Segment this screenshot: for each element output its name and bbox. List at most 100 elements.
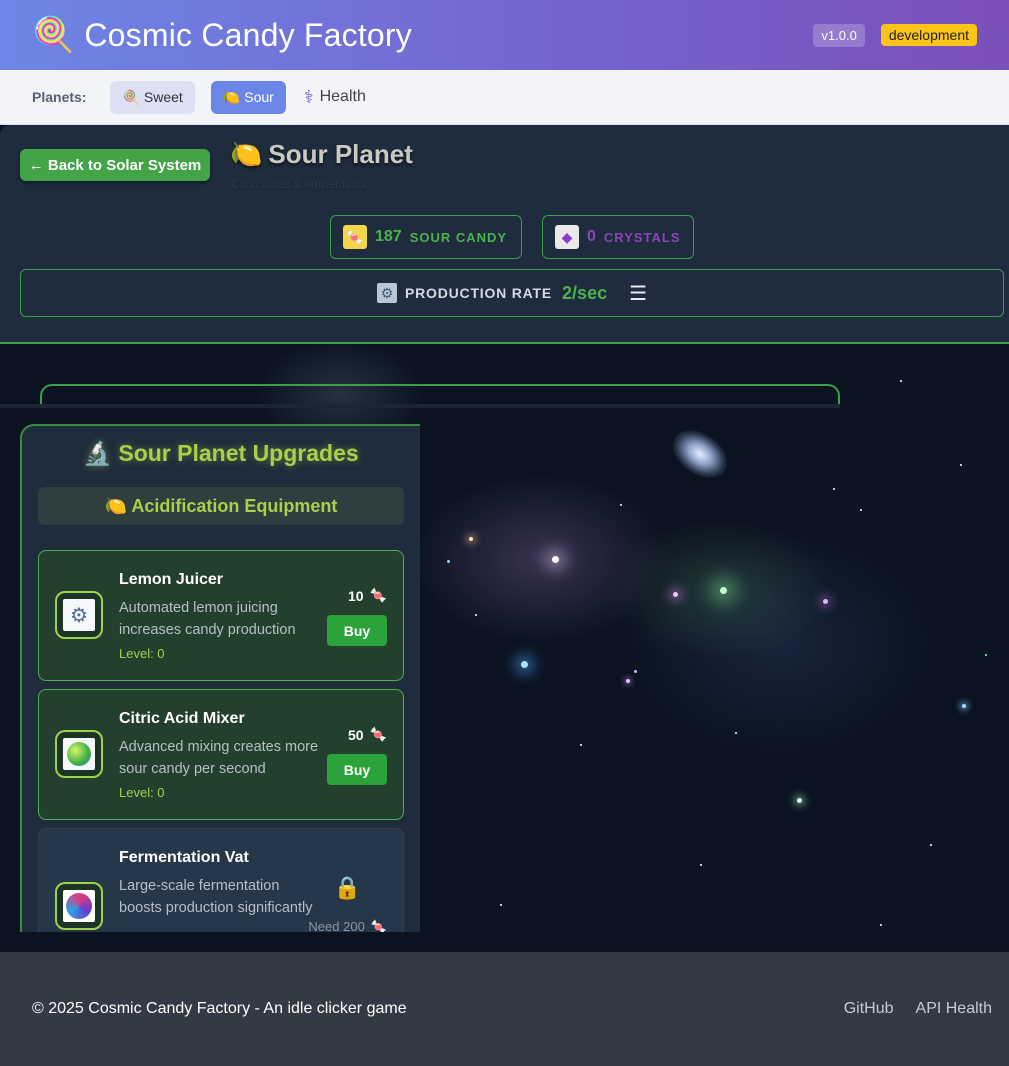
star [700, 864, 702, 866]
upgrade-icon-frame [55, 730, 103, 778]
footer: © 2025 Cosmic Candy Factory - An idle cl… [0, 952, 1009, 1066]
space-view: 🔬 Sour Planet Upgrades 🍋 Acidification E… [0, 344, 1009, 952]
planets-label: Planets: [32, 89, 87, 105]
planet-header-panel: ← Back to Solar System 🍋 Sour Planet Cit… [0, 125, 1009, 344]
star [962, 704, 966, 708]
crystals-label: CRYSTALS [603, 229, 681, 245]
star [580, 744, 582, 746]
star [720, 587, 727, 594]
upgrade-cost: 10 🍬 [348, 587, 387, 604]
upgrade-card-lemon-juicer: ⚙ Lemon Juicer Automated lemon juicing i… [38, 550, 404, 681]
star [521, 661, 528, 668]
production-rate-value: 2/sec [562, 282, 608, 303]
upgrade-description: Large-scale fermentation boosts producti… [119, 878, 313, 916]
divider [0, 404, 840, 408]
star [985, 654, 987, 656]
lollipop-icon: 🍭 [122, 88, 140, 105]
star [673, 592, 678, 597]
upgrade-icon-frame: ⚙ [55, 591, 103, 639]
footer-links: GitHub API Health [844, 1000, 992, 1018]
sour-candy-label: SOUR CANDY [409, 229, 508, 245]
star [475, 614, 477, 616]
nav-sour-button[interactable]: 🍋 Sour [210, 80, 286, 114]
requirement-text: Need 200 🍬 [308, 919, 387, 932]
lock-icon: 🔒 [333, 875, 361, 900]
upgrade-card-citric-acid-mixer: Citric Acid Mixer Advanced mixing create… [38, 689, 404, 820]
star [823, 599, 828, 604]
gear-icon: ⚙ [63, 599, 95, 631]
star [626, 679, 630, 683]
planet-title: 🍋 Sour Planet [230, 139, 413, 170]
menu-icon[interactable]: ☰ [629, 281, 647, 306]
production-rate-label: PRODUCTION RATE [404, 285, 553, 301]
star [930, 844, 932, 846]
candy-icon: 🍬 [369, 726, 387, 742]
app-title: Cosmic Candy Factory [84, 16, 412, 53]
crystal-icon: ◆ [555, 225, 579, 249]
api-health-link[interactable]: API Health [916, 1000, 992, 1018]
star [960, 464, 962, 466]
app-header: 🍭 Cosmic Candy Factory v1.0.0 developmen… [0, 0, 1009, 70]
factory-panel-top [40, 384, 840, 404]
upgrade-cost: 50 🍬 [348, 726, 387, 743]
crystals-count: 0 [587, 228, 596, 245]
gear-icon: ⚙ [376, 283, 397, 303]
crystals-counter: ◆ 0 CRYSTALS [542, 215, 694, 259]
upgrade-level: Level: 0 [119, 646, 165, 661]
upgrade-name: Fermentation Vat [119, 849, 249, 866]
upgrade-card-fermentation-vat: Fermentation Vat Large-scale fermentatio… [38, 828, 404, 932]
star [500, 904, 502, 906]
star [735, 732, 737, 734]
upgrades-title: 🔬 Sour Planet Upgrades [83, 440, 359, 466]
nav-sweet-label: Sweet [143, 89, 183, 105]
medical-staff-icon: ⚕ [303, 86, 314, 107]
requirement-value: Need 200 [308, 919, 365, 932]
back-to-solar-system-button[interactable]: ← Back to Solar System [20, 149, 210, 181]
star [469, 537, 473, 541]
upgrade-level: Level: 0 [119, 785, 165, 800]
nav-sour-label: Sour [244, 89, 274, 105]
upgrade-name: Citric Acid Mixer [119, 710, 245, 727]
lemon-icon: 🍋 [230, 139, 263, 169]
production-rate-box: ⚙ PRODUCTION RATE 2/sec ☰ [20, 269, 1004, 317]
cost-value: 10 [347, 587, 364, 604]
upgrade-icon-frame [55, 882, 103, 930]
buy-button[interactable]: Buy [327, 615, 387, 646]
sour-candy-count: 187 [375, 228, 402, 245]
star [880, 924, 882, 926]
upgrade-description: Automated lemon juicing increases candy … [119, 600, 296, 638]
planet-subtitle: Citric acids & fermentation [231, 177, 372, 191]
star [620, 504, 622, 506]
lollipop-logo-icon: 🍭 [32, 16, 75, 54]
star [860, 509, 862, 511]
github-link[interactable]: GitHub [844, 1000, 894, 1018]
environment-badge: development [880, 24, 977, 46]
nav-health-label: Health [319, 88, 366, 105]
star [447, 560, 450, 563]
star [833, 488, 835, 490]
footer-copyright: © 2025 Cosmic Candy Factory - An idle cl… [32, 1000, 407, 1017]
mixer-icon [63, 738, 95, 770]
cost-value: 50 [347, 726, 364, 743]
upgrade-description: Advanced mixing creates more sour candy … [119, 739, 319, 777]
candy-icon: 🍬 [369, 587, 387, 603]
nav-health-link[interactable]: ⚕ Health [304, 87, 366, 108]
star [634, 670, 637, 673]
upgrades-panel: 🔬 Sour Planet Upgrades 🍋 Acidification E… [20, 424, 420, 932]
upgrade-name: Lemon Juicer [119, 571, 224, 588]
nav-sweet-button[interactable]: 🍭 Sweet [110, 80, 195, 114]
planet-nav: Planets: 🍭 Sweet 🍋 Sour ⚕ Health [0, 70, 1009, 125]
star [797, 798, 802, 803]
planet-title-text: Sour Planet [268, 139, 413, 169]
candy-icon: 🍬 [370, 919, 387, 932]
header-badges: v1.0.0 development [813, 23, 977, 47]
buy-button[interactable]: Buy [327, 754, 387, 785]
star [552, 556, 559, 563]
version-badge: v1.0.0 [813, 23, 865, 47]
sour-candy-counter: 🍬 187 SOUR CANDY [330, 215, 522, 259]
lemon-icon: 🍋 [222, 88, 241, 105]
galaxy-decoration [663, 420, 737, 488]
star [900, 380, 902, 382]
sour-candy-icon: 🍬 [343, 225, 367, 249]
section-heading: 🍋 Acidification Equipment [38, 487, 404, 525]
